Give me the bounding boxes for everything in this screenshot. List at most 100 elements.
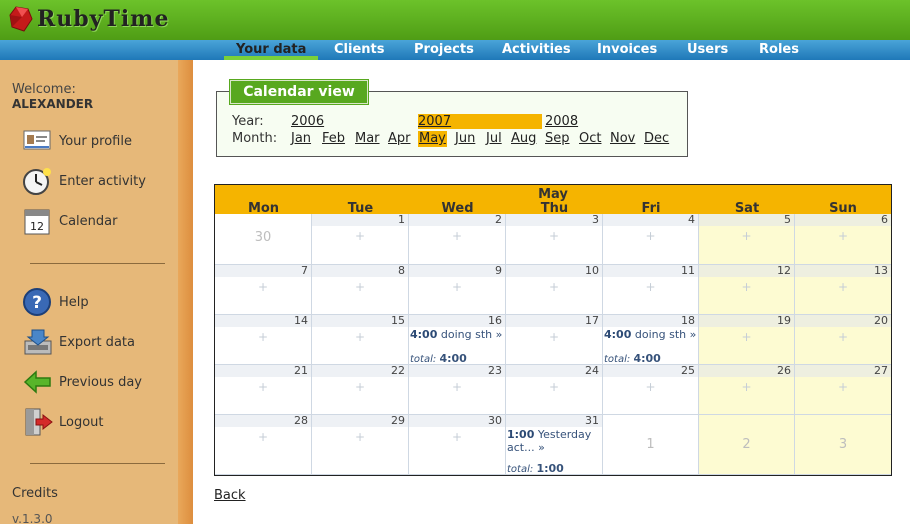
nav-roles[interactable]: Roles xyxy=(759,40,799,60)
sidebar-item-calendar[interactable]: 12 Calendar xyxy=(22,206,117,236)
year-link-2007[interactable]: 2007 xyxy=(418,114,542,129)
nav-users[interactable]: Users xyxy=(687,40,728,60)
calendar-day-cell[interactable]: 11 + xyxy=(603,265,699,315)
calendar-day-cell[interactable]: 18 4:00 doing sth » total: 4:00 xyxy=(603,315,699,365)
month-link-sep[interactable]: Sep xyxy=(545,131,570,147)
nav-activities[interactable]: Activities xyxy=(502,40,571,60)
sidebar-item-logout[interactable]: Logout xyxy=(22,407,104,437)
logo[interactable]: RubyTime xyxy=(6,4,169,34)
activity-entry[interactable]: 1:00 Yesterday act... » xyxy=(507,428,599,454)
calendar-day-cell[interactable]: 12 + xyxy=(699,265,795,315)
month-link-may[interactable]: May xyxy=(418,131,447,147)
calendar-day-cell[interactable]: 6 + xyxy=(795,214,891,265)
calendar-day-cell[interactable]: 14 + xyxy=(215,315,312,365)
other-month-day: 1 xyxy=(646,437,655,452)
calendar-day-cell[interactable]: 26 + xyxy=(699,365,795,415)
add-activity-button[interactable]: + xyxy=(312,229,408,243)
add-activity-button[interactable]: + xyxy=(603,280,698,294)
calendar-day-cell[interactable]: 30 + xyxy=(409,415,506,475)
add-activity-button[interactable]: + xyxy=(795,229,891,243)
calendar-day-cell[interactable]: 2 + xyxy=(409,214,506,265)
calendar-day-cell[interactable]: 15 + xyxy=(312,315,409,365)
back-link[interactable]: Back xyxy=(214,488,246,503)
calendar-day-cell[interactable]: 1 + xyxy=(312,214,409,265)
nav-invoices[interactable]: Invoices xyxy=(597,40,657,60)
calendar-day-cell[interactable]: 7 + xyxy=(215,265,312,315)
activity-entry[interactable]: 4:00 doing sth » xyxy=(604,328,696,341)
calendar-day-cell[interactable]: 30 xyxy=(215,214,312,265)
add-activity-button[interactable]: + xyxy=(603,380,698,394)
sidebar-item-enter-activity[interactable]: Enter activity xyxy=(22,166,146,196)
app-header: RubyTime xyxy=(0,0,910,40)
month-link-jan[interactable]: Jan xyxy=(291,131,311,147)
calendar-day-cell[interactable]: 21 + xyxy=(215,365,312,415)
add-activity-button[interactable]: + xyxy=(506,229,602,243)
calendar-day-cell[interactable]: 2 xyxy=(699,415,795,475)
calendar-day-cell[interactable]: 31 1:00 Yesterday act... » total: 1:00 xyxy=(506,415,603,475)
nav-your-data[interactable]: Your data xyxy=(223,40,319,60)
year-link-2006[interactable]: 2006 xyxy=(291,114,324,129)
calendar-day-cell[interactable]: 13 + xyxy=(795,265,891,315)
calendar-day-cell[interactable]: 10 + xyxy=(506,265,603,315)
add-activity-button[interactable]: + xyxy=(215,280,311,294)
add-activity-button[interactable]: + xyxy=(506,380,602,394)
add-activity-button[interactable]: + xyxy=(506,280,602,294)
calendar-day-cell[interactable]: 3 + xyxy=(506,214,603,265)
activity-entry[interactable]: 4:00 doing sth » xyxy=(410,328,502,341)
calendar-day-cell[interactable]: 22 + xyxy=(312,365,409,415)
add-activity-button[interactable]: + xyxy=(699,380,794,394)
calendar-day-cell[interactable]: 17 + xyxy=(506,315,603,365)
calendar-day-cell[interactable]: 19 + xyxy=(699,315,795,365)
year-link-2008[interactable]: 2008 xyxy=(545,114,578,129)
month-link-mar[interactable]: Mar xyxy=(355,131,380,147)
nav-projects[interactable]: Projects xyxy=(414,40,474,60)
calendar-day-cell[interactable]: 9 + xyxy=(409,265,506,315)
calendar-day-cell[interactable]: 4 + xyxy=(603,214,699,265)
calendar-day-cell[interactable]: 5 + xyxy=(699,214,795,265)
sidebar-item-help[interactable]: ? Help xyxy=(22,287,89,317)
add-activity-button[interactable]: + xyxy=(215,430,311,444)
add-activity-button[interactable]: + xyxy=(795,380,891,394)
calendar-day-cell[interactable]: 23 + xyxy=(409,365,506,415)
month-link-apr[interactable]: Apr xyxy=(388,131,411,147)
month-link-oct[interactable]: Oct xyxy=(579,131,601,147)
month-link-aug[interactable]: Aug xyxy=(511,131,536,147)
month-link-dec[interactable]: Dec xyxy=(644,131,669,147)
add-activity-button[interactable]: + xyxy=(603,229,698,243)
calendar-day-cell[interactable]: 1 xyxy=(603,415,699,475)
calendar-day-cell[interactable]: 16 4:00 doing sth » total: 4:00 xyxy=(409,315,506,365)
month-link-jul[interactable]: Jul xyxy=(486,131,502,147)
add-activity-button[interactable]: + xyxy=(699,229,794,243)
sidebar-item-export-data[interactable]: Export data xyxy=(22,327,135,357)
month-link-nov[interactable]: Nov xyxy=(610,131,635,147)
month-link-feb[interactable]: Feb xyxy=(322,131,345,147)
add-activity-button[interactable]: + xyxy=(409,380,505,394)
add-activity-button[interactable]: + xyxy=(312,280,408,294)
add-activity-button[interactable]: + xyxy=(506,330,602,344)
calendar-day-cell[interactable]: 8 + xyxy=(312,265,409,315)
sidebar-item-previous-day[interactable]: Previous day xyxy=(22,367,142,397)
calendar-day-cell[interactable]: 27 + xyxy=(795,365,891,415)
calendar-day-cell[interactable]: 25 + xyxy=(603,365,699,415)
calendar-day-cell[interactable]: 24 + xyxy=(506,365,603,415)
add-activity-button[interactable]: + xyxy=(312,430,408,444)
nav-clients[interactable]: Clients xyxy=(334,40,384,60)
add-activity-button[interactable]: + xyxy=(409,280,505,294)
add-activity-button[interactable]: + xyxy=(312,330,408,344)
month-link-jun[interactable]: Jun xyxy=(455,131,475,147)
calendar-day-cell[interactable]: 28 + xyxy=(215,415,312,475)
add-activity-button[interactable]: + xyxy=(795,280,891,294)
add-activity-button[interactable]: + xyxy=(215,330,311,344)
add-activity-button[interactable]: + xyxy=(215,380,311,394)
credits-link[interactable]: Credits xyxy=(12,486,58,501)
calendar-day-cell[interactable]: 29 + xyxy=(312,415,409,475)
add-activity-button[interactable]: + xyxy=(699,280,794,294)
add-activity-button[interactable]: + xyxy=(795,330,891,344)
add-activity-button[interactable]: + xyxy=(409,229,505,243)
add-activity-button[interactable]: + xyxy=(409,430,505,444)
add-activity-button[interactable]: + xyxy=(699,330,794,344)
calendar-day-cell[interactable]: 3 xyxy=(795,415,891,475)
sidebar-item-your-profile[interactable]: Your profile xyxy=(22,126,132,156)
add-activity-button[interactable]: + xyxy=(312,380,408,394)
calendar-day-cell[interactable]: 20 + xyxy=(795,315,891,365)
